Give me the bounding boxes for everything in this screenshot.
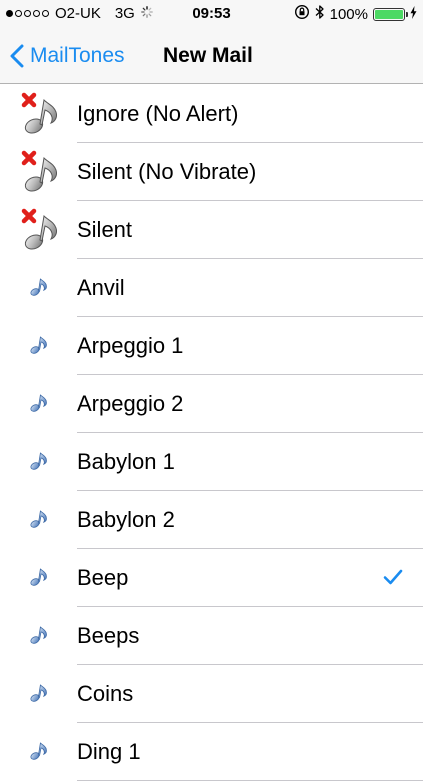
- tone-label: Silent: [77, 217, 133, 242]
- tone-label: Ignore (No Alert): [77, 101, 239, 126]
- tone-label: Anvil: [77, 275, 125, 300]
- tone-list-item[interactable]: Babylon 2: [0, 491, 423, 549]
- tone-list-item[interactable]: Beeps: [0, 607, 423, 665]
- bluetooth-icon: [315, 4, 325, 24]
- back-button-label: MailTones: [30, 44, 125, 67]
- battery-icon: [373, 7, 408, 21]
- muted-note-icon: [21, 208, 57, 250]
- back-button[interactable]: MailTones: [10, 28, 125, 84]
- muted-note-icon: [21, 150, 57, 192]
- tone-label: Arpeggio 1: [77, 333, 184, 358]
- tone-label: Silent (No Vibrate): [77, 159, 257, 184]
- tone-list-item[interactable]: Coins: [0, 665, 423, 723]
- tone-list-item[interactable]: Babylon 1: [0, 433, 423, 491]
- music-note-icon: [30, 626, 47, 644]
- tone-list: Ignore (No Alert) Silent (No Vibrate) Si…: [0, 85, 423, 781]
- status-bar: O2-UK 3G 09:53 100%: [0, 0, 423, 28]
- music-note-icon: [30, 278, 47, 296]
- music-note-icon: [30, 510, 47, 528]
- music-note-icon: [30, 568, 47, 586]
- page-title: New Mail: [163, 44, 253, 67]
- tone-label: Babylon 1: [77, 449, 175, 474]
- tone-label: Beep: [77, 565, 129, 590]
- music-note-icon: [30, 742, 47, 760]
- music-note-icon: [30, 684, 47, 702]
- tone-label: Arpeggio 2: [77, 391, 184, 416]
- tone-list-item[interactable]: Arpeggio 1: [0, 317, 423, 375]
- muted-note-icon: [21, 92, 57, 134]
- charging-bolt-icon: [410, 5, 417, 23]
- tone-list-item[interactable]: Anvil: [0, 259, 423, 317]
- tone-list-item[interactable]: Silent (No Vibrate): [0, 143, 423, 201]
- rotation-lock-icon: [294, 4, 310, 24]
- tone-list-item[interactable]: Ignore (No Alert): [0, 85, 423, 143]
- checkmark-icon: [383, 569, 403, 585]
- tone-list-item[interactable]: Ding 1: [0, 723, 423, 781]
- tone-label: Ding 1: [77, 739, 141, 764]
- tone-label: Coins: [77, 681, 134, 706]
- tone-label: Beeps: [77, 623, 140, 648]
- tone-list-item[interactable]: Beep: [0, 549, 423, 607]
- tone-list-item[interactable]: Arpeggio 2: [0, 375, 423, 433]
- music-note-icon: [30, 394, 47, 412]
- navigation-bar: MailTones New Mail: [0, 28, 423, 84]
- tone-list-item[interactable]: Silent: [0, 201, 423, 259]
- battery-percentage: 100%: [329, 5, 368, 23]
- tone-label: Babylon 2: [77, 507, 175, 532]
- chevron-left-icon: [10, 44, 24, 68]
- music-note-icon: [30, 452, 47, 470]
- status-right: 100%: [294, 4, 417, 24]
- music-note-icon: [30, 336, 47, 354]
